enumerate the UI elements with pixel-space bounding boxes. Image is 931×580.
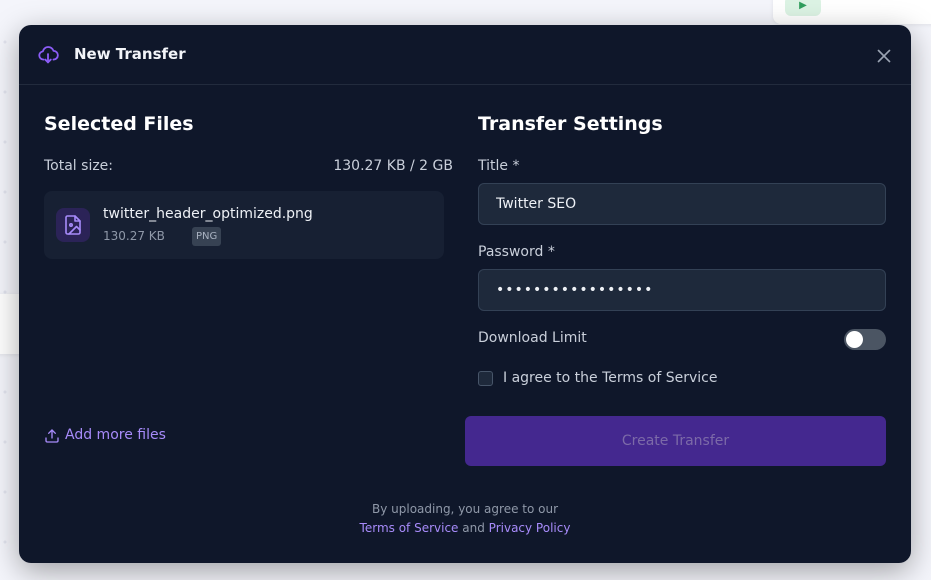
add-more-files-label: Add more files	[65, 427, 166, 443]
password-input[interactable]	[478, 269, 886, 311]
total-size-value: 130.27 KB / 2 GB	[333, 158, 453, 174]
toggle-knob	[846, 331, 863, 348]
privacy-policy-link[interactable]: Privacy Policy	[489, 521, 571, 535]
transfer-settings-heading: Transfer Settings	[478, 113, 663, 135]
footer-and-text: and	[462, 521, 485, 535]
download-limit-label: Download Limit	[478, 330, 587, 346]
footer-notice: By uploading, you agree to our	[371, 502, 559, 516]
close-icon[interactable]	[873, 45, 895, 67]
new-transfer-modal: New Transfer Selected Files Total size: …	[19, 25, 911, 563]
file-item: twitter_header_optimized.png 130.27 KB P…	[44, 191, 444, 259]
file-name: twitter_header_optimized.png	[103, 206, 313, 222]
file-size: 130.27 KB	[103, 229, 165, 243]
create-transfer-button[interactable]: Create Transfer	[465, 416, 886, 466]
modal-header: New Transfer	[19, 25, 911, 85]
title-input[interactable]	[478, 183, 886, 225]
cloud-download-icon	[37, 44, 59, 66]
total-size-label: Total size:	[44, 158, 114, 174]
footer-links: Terms of Service and Privacy Policy	[19, 521, 911, 535]
file-type-badge: PNG	[192, 227, 222, 246]
selected-files-heading: Selected Files	[44, 113, 194, 135]
title-label: Title *	[478, 158, 520, 174]
background-card: ▶	[773, 0, 931, 24]
play-icon: ▶	[785, 0, 821, 16]
terms-checkbox[interactable]	[478, 371, 493, 386]
modal-title: New Transfer	[74, 45, 186, 63]
terms-of-service-link[interactable]: Terms of Service	[360, 521, 459, 535]
terms-checkbox-label: I agree to the Terms of Service	[503, 370, 718, 386]
download-limit-toggle[interactable]	[844, 329, 886, 350]
password-label: Password *	[478, 244, 555, 260]
image-file-icon	[56, 208, 90, 242]
upload-icon	[45, 429, 59, 443]
